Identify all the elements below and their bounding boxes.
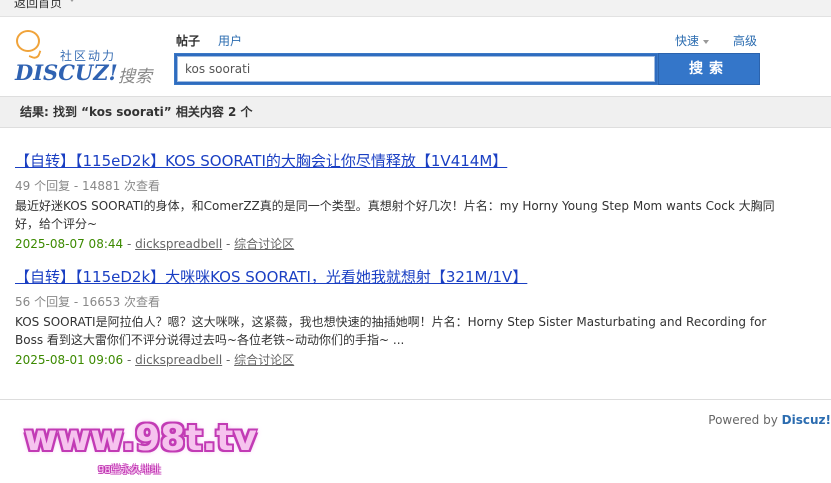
search-box (174, 53, 658, 85)
tab-users[interactable]: 用户 (218, 32, 242, 49)
result-title-link[interactable]: 【自转】【115eD2k】大咪咪KOS SOORATI，光看她我就想射【321M… (15, 266, 527, 287)
separator: - (226, 237, 235, 251)
result-footer: 2025-08-01 09:06 - dickspreadbell - 综合讨论… (15, 351, 785, 368)
chevron-down-icon[interactable] (69, 0, 75, 2)
powered-prefix: Powered by (708, 413, 778, 427)
result-snippet: KOS SOORATI是阿拉伯人？嗯？这大咪咪，这紧薇，我也想快速的抽插她啊！片… (15, 315, 767, 347)
separator: - (126, 237, 136, 251)
result-snippet: 最近好迷KOS SOORATI的身体，和ComerZZ真的是同一个类型。真想射个… (15, 199, 775, 231)
result-title-link[interactable]: 【自转】【115eD2k】KOS SOORATI的大胸会让你尽情释放【1V414… (15, 150, 507, 171)
back-home-link[interactable]: 返回首页 (14, 0, 62, 11)
result-forum-link[interactable]: 综合讨论区 (234, 353, 294, 367)
powered-by: Powered by Discuz! (708, 413, 831, 427)
footer-divider (0, 399, 831, 400)
chevron-down-icon (703, 39, 710, 44)
search-input[interactable] (177, 56, 655, 82)
result-author-link[interactable]: dickspreadbell (135, 353, 222, 367)
search-button[interactable]: 搜索 (658, 53, 760, 85)
result-date: 2025-08-07 08:44 (15, 237, 124, 251)
advanced-search-link[interactable]: 高级 (733, 32, 757, 49)
list-item: 【自转】【115eD2k】KOS SOORATI的大胸会让你尽情释放【1V414… (15, 150, 785, 252)
logo-brand-suffix: 搜索 (118, 67, 152, 87)
result-meta: 49 个回复 - 14881 次查看 (15, 179, 161, 193)
list-item: 【自转】【115eD2k】大咪咪KOS SOORATI，光看她我就想射【321M… (15, 266, 785, 368)
separator: - (126, 353, 136, 367)
result-footer: 2025-08-07 08:44 - dickspreadbell - 综合讨论… (15, 235, 785, 252)
speech-bubble-icon (16, 30, 40, 52)
result-summary: 结果: 找到 “kos soorati” 相关内容 2 个 (0, 96, 831, 128)
result-forum-link[interactable]: 综合讨论区 (234, 237, 294, 251)
tab-posts[interactable]: 帖子 (176, 32, 200, 49)
separator: - (226, 353, 235, 367)
watermark-url: www.98t.tv (24, 418, 257, 459)
discuz-logo[interactable]: 社区动力 DISCUZ! 搜索 (14, 28, 159, 88)
quick-search-dropdown[interactable]: 快速 (675, 32, 710, 49)
result-meta: 56 个回复 - 16653 次查看 (15, 295, 161, 309)
quick-search-label: 快速 (675, 34, 700, 48)
logo-brand: DISCUZ! (15, 60, 118, 85)
watermark-tagline: 98堂永久地址 (98, 465, 161, 476)
result-date: 2025-08-01 09:06 (15, 353, 124, 367)
result-author-link[interactable]: dickspreadbell (135, 237, 222, 251)
top-bar: 返回首页 (0, 0, 831, 17)
watermark: www.98t.tv 98堂永久地址 (24, 418, 257, 478)
powered-brand-link[interactable]: Discuz! (782, 413, 831, 427)
